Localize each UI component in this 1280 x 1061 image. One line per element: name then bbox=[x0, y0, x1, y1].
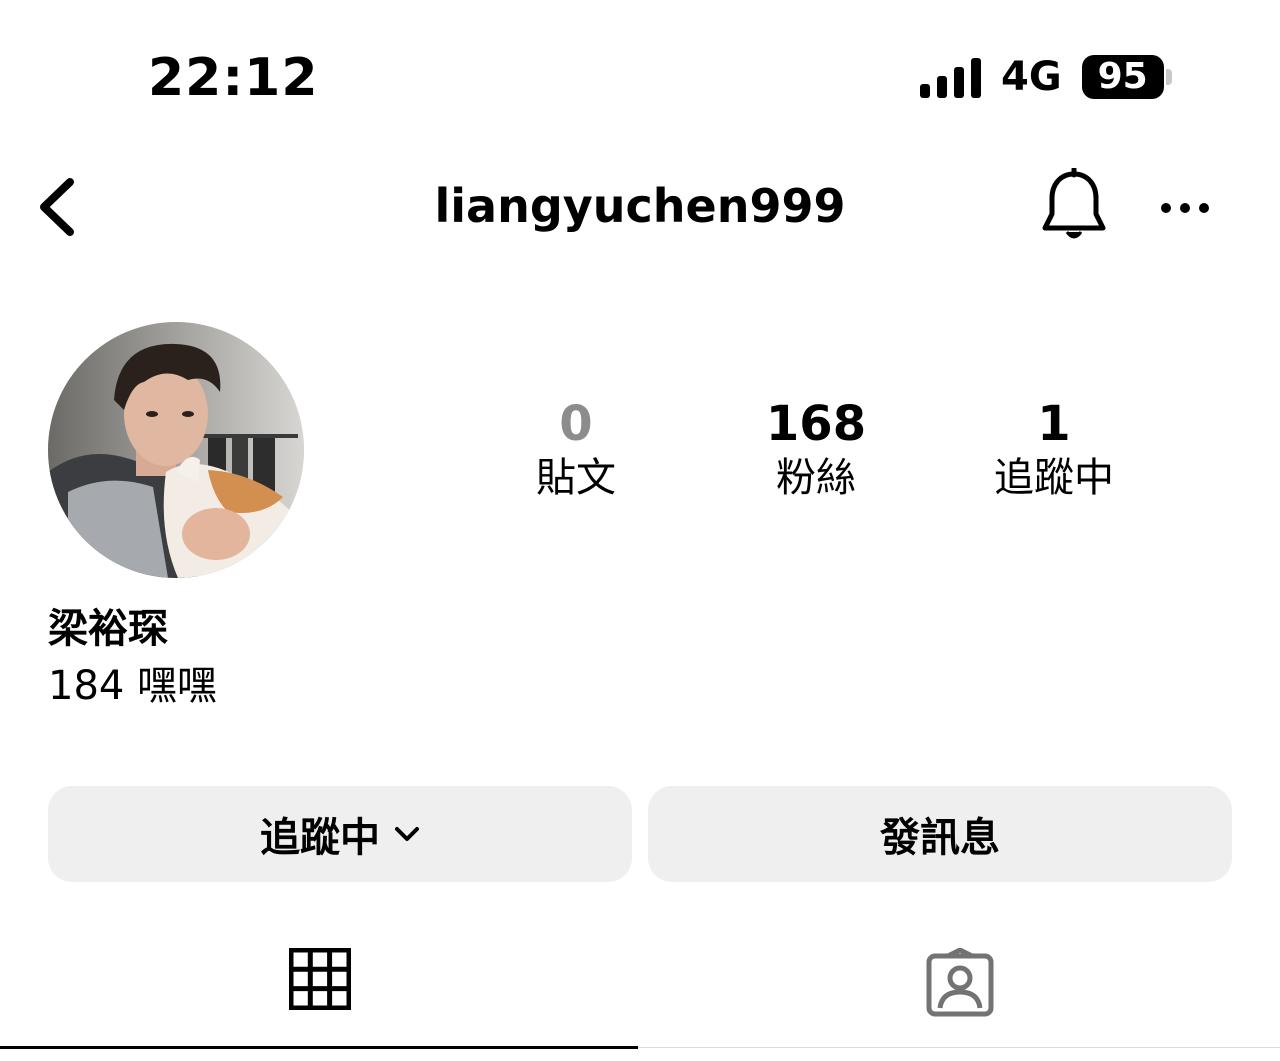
profile-username: liangyuchen999 bbox=[434, 179, 846, 233]
more-horizontal-icon bbox=[1161, 203, 1209, 213]
bio-text: 184 嘿嘿 bbox=[48, 663, 218, 709]
followers-stat[interactable]: 168 粉絲 bbox=[706, 396, 926, 502]
followers-count: 168 bbox=[765, 396, 867, 452]
network-type: 4G bbox=[1001, 54, 1062, 100]
back-button[interactable] bbox=[30, 172, 94, 242]
followers-label: 粉絲 bbox=[776, 455, 856, 501]
active-tab-indicator bbox=[0, 1046, 638, 1049]
notifications-button[interactable] bbox=[1040, 166, 1108, 244]
following-button[interactable]: 追蹤中 bbox=[48, 786, 632, 882]
posts-label: 貼文 bbox=[536, 455, 616, 501]
tab-posts-grid[interactable] bbox=[0, 948, 640, 1028]
grid-icon bbox=[289, 948, 351, 1010]
message-button[interactable]: 發訊息 bbox=[648, 786, 1232, 882]
following-label: 追蹤中 bbox=[994, 455, 1114, 501]
following-stat[interactable]: 1 追蹤中 bbox=[944, 396, 1164, 502]
display-name: 梁裕琛 bbox=[48, 606, 168, 652]
status-time: 22:12 bbox=[148, 48, 319, 108]
more-options-button[interactable] bbox=[1156, 190, 1216, 226]
following-count: 1 bbox=[1037, 396, 1071, 452]
posts-stat: 0 貼文 bbox=[466, 396, 686, 502]
chevron-left-icon bbox=[40, 178, 74, 236]
following-button-label: 追蹤中 bbox=[260, 815, 380, 861]
tagged-person-icon bbox=[926, 948, 994, 1017]
avatar[interactable] bbox=[48, 322, 304, 578]
chevron-down-icon bbox=[395, 827, 419, 841]
tab-tagged[interactable] bbox=[640, 948, 1280, 1028]
bell-icon bbox=[1042, 166, 1106, 239]
status-indicators: 4G 95 bbox=[920, 52, 1172, 102]
tab-divider bbox=[638, 1047, 1280, 1048]
message-button-label: 發訊息 bbox=[880, 815, 1000, 861]
battery-level: 95 bbox=[1081, 55, 1164, 99]
cellular-signal-icon bbox=[920, 56, 981, 98]
posts-count: 0 bbox=[559, 396, 593, 452]
profile-photo bbox=[48, 322, 304, 578]
battery-icon: 95 bbox=[1081, 55, 1172, 99]
